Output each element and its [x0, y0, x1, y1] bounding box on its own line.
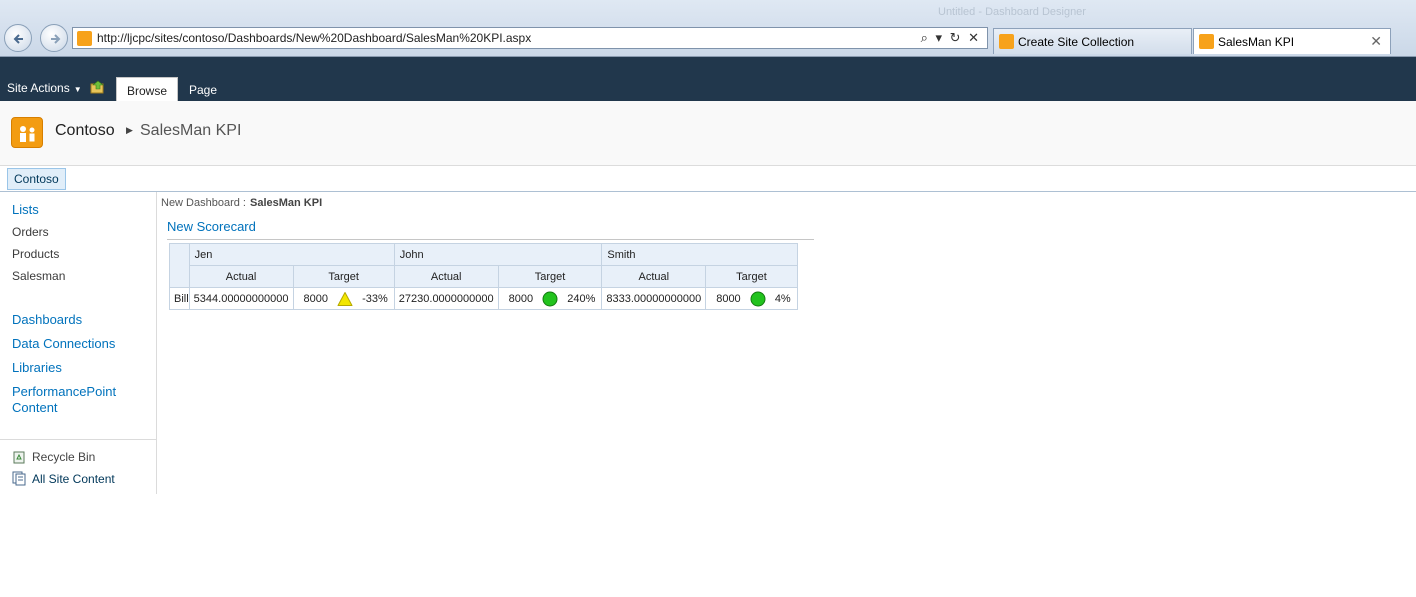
breadcrumb-arrow-icon: ▶	[126, 125, 133, 135]
ql-item-products[interactable]: Products	[12, 247, 59, 261]
warning-triangle-icon	[337, 291, 353, 306]
ql-item-salesman[interactable]: Salesman	[12, 269, 65, 283]
scorecard-corner	[169, 243, 190, 288]
chevron-down-icon: ▼	[73, 85, 82, 94]
top-nav-item-contoso[interactable]: Contoso	[7, 168, 66, 190]
ql-item-orders[interactable]: Orders	[12, 225, 49, 239]
column-group-john[interactable]: John	[393, 243, 603, 266]
breadcrumb-parent[interactable]: New Dashboard :	[161, 197, 246, 209]
green-circle-icon	[542, 291, 558, 306]
row-label[interactable]: Bill	[169, 287, 190, 310]
quick-launch: Lists Orders Products Salesman Dashboard…	[0, 192, 157, 494]
target-cell: 8000 -33%	[292, 287, 395, 310]
scorecard-subheader-row: Actual Target Actual Target Actual Targe…	[170, 265, 798, 288]
column-group-jen[interactable]: Jen	[188, 243, 395, 266]
breadcrumb-current: SalesMan KPI	[250, 197, 323, 209]
column-header-target[interactable]: Target	[292, 265, 395, 288]
navigate-up-icon[interactable]	[90, 80, 106, 94]
tab-label: Create Site Collection	[1018, 35, 1135, 49]
forward-arrow-icon	[51, 34, 61, 44]
target-value: 8000	[508, 292, 534, 305]
recycle-bin-link[interactable]: Recycle Bin	[12, 449, 95, 464]
tab-favicon-icon	[1199, 34, 1214, 49]
divider	[167, 239, 814, 240]
title-area: Contoso ▶ SalesMan KPI	[0, 101, 1416, 166]
back-button[interactable]	[4, 24, 32, 52]
back-arrow-icon	[13, 34, 23, 44]
tab-create-site-collection[interactable]: Create Site Collection	[993, 28, 1192, 54]
breadcrumb-site[interactable]: Contoso	[55, 122, 115, 140]
address-controls[interactable]: ⌕ ▾ ↻ ✕	[921, 30, 981, 46]
forward-button[interactable]	[40, 24, 68, 52]
tab-label: SalesMan KPI	[1218, 35, 1295, 49]
page-breadcrumb: New Dashboard : SalesMan KPI	[161, 197, 322, 209]
all-site-content-label: All Site Content	[32, 472, 115, 486]
site-logo-icon[interactable]	[11, 117, 43, 148]
all-site-content-link[interactable]: All Site Content	[12, 471, 115, 486]
actual-cell: 27230.0000000000	[393, 287, 499, 310]
top-link-bar: Contoso	[0, 166, 1416, 192]
column-header-actual[interactable]: Actual	[601, 265, 707, 288]
ql-heading-lists[interactable]: Lists	[12, 202, 39, 217]
actual-cell: 5344.00000000000	[188, 287, 294, 310]
site-content-icon	[12, 471, 26, 486]
ql-link-dashboards[interactable]: Dashboards	[12, 312, 82, 327]
variance-value: 240%	[567, 292, 596, 305]
tab-close-icon[interactable]: ✕	[1370, 33, 1382, 50]
site-actions-label: Site Actions	[7, 81, 70, 95]
column-header-target[interactable]: Target	[497, 265, 603, 288]
column-header-actual[interactable]: Actual	[393, 265, 499, 288]
url-text[interactable]: http://ljcpc/sites/contoso/Dashboards/Ne…	[97, 31, 531, 45]
people-icon	[20, 126, 35, 142]
scorecard-title[interactable]: New Scorecard	[167, 219, 256, 234]
ribbon: Site Actions ▼ Browse Page	[0, 57, 1416, 101]
ql-link-data-connections[interactable]: Data Connections	[12, 336, 115, 351]
scorecard-table: Jen John Smith Actual Target Actual Targ…	[169, 243, 798, 310]
ql-link-libraries[interactable]: Libraries	[12, 360, 62, 375]
ql-link-performancepoint-content[interactable]: Content	[12, 400, 58, 415]
recycle-bin-icon	[13, 451, 25, 464]
actual-cell: 8333.00000000000	[601, 287, 707, 310]
target-cell: 8000 240%	[497, 287, 603, 310]
table-row: Bill 5344.00000000000 8000 -33% 27230.00…	[169, 287, 798, 310]
tab-browse[interactable]: Browse	[116, 77, 179, 101]
variance-value: -33%	[362, 292, 388, 305]
page-title: SalesMan KPI	[140, 122, 242, 139]
target-value: 8000	[716, 292, 741, 305]
tab-favicon-icon	[999, 34, 1014, 49]
target-value: 8000	[303, 292, 328, 305]
window-title: Untitled - Dashboard Designer	[938, 6, 1086, 18]
ql-link-performancepoint[interactable]: PerformancePoint	[12, 384, 116, 399]
tab-page[interactable]: Page	[179, 77, 227, 101]
ql-footer: Recycle Bin All Site Content	[0, 439, 157, 494]
address-bar[interactable]: http://ljcpc/sites/contoso/Dashboards/Ne…	[72, 27, 988, 49]
green-circle-icon	[750, 291, 766, 306]
site-actions-menu[interactable]: Site Actions ▼	[7, 81, 82, 95]
site-favicon-icon	[77, 31, 92, 46]
scorecard-group-header-row: Jen John Smith	[169, 243, 798, 288]
column-header-target[interactable]: Target	[705, 265, 798, 288]
recycle-bin-label: Recycle Bin	[32, 450, 96, 464]
target-cell: 8000 4%	[705, 287, 798, 310]
column-header-actual[interactable]: Actual	[188, 265, 294, 288]
variance-value: 4%	[774, 292, 791, 305]
column-group-smith[interactable]: Smith	[601, 243, 798, 266]
tab-salesman-kpi[interactable]: SalesMan KPI ✕	[1193, 28, 1391, 54]
browser-chrome: Untitled - Dashboard Designer http://ljc…	[0, 0, 1416, 57]
